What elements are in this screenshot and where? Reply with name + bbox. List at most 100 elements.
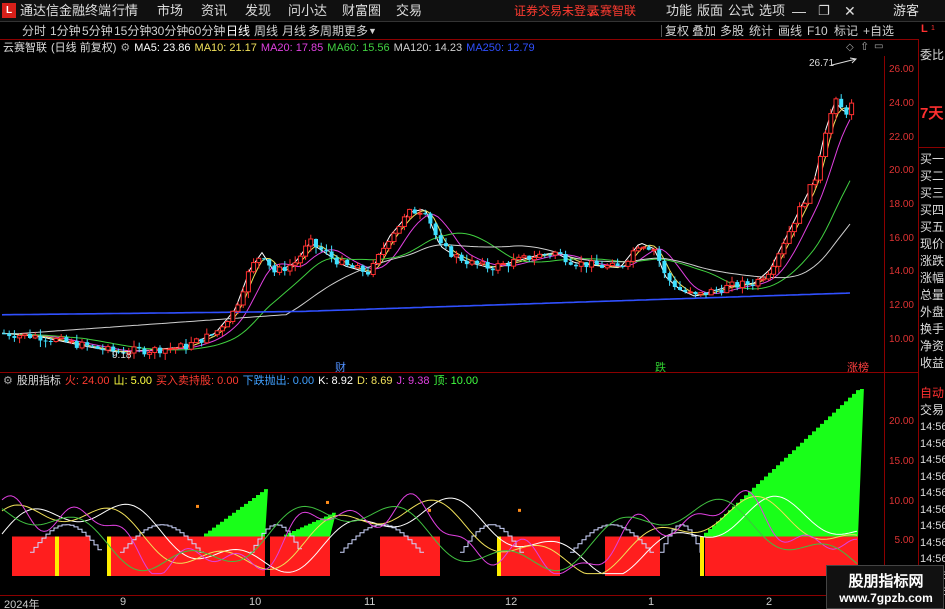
period-15min[interactable]: 15分钟 — [114, 22, 151, 40]
candle-body — [672, 280, 677, 287]
candle-body — [667, 273, 672, 281]
quote-field-label: 买四 — [920, 203, 945, 217]
candle-body — [184, 343, 188, 350]
settings-icon[interactable]: ⚙ — [120, 42, 130, 54]
date-label: 2024年 — [4, 599, 40, 609]
tool-duogu[interactable]: 多股 — [720, 22, 744, 40]
period-multi[interactable]: 多周期 — [308, 22, 344, 40]
candle-body — [563, 254, 568, 263]
menu-jiaoyi[interactable]: 交易 — [396, 0, 422, 22]
candle-body — [7, 333, 12, 337]
y-tick: 14.00 — [888, 266, 914, 277]
stock-name-notice: 云赛智联 — [588, 4, 637, 18]
date-label: 10 — [249, 596, 262, 608]
seven-day-label[interactable]: 7天 — [920, 102, 945, 123]
indicator-settings-icon[interactable]: ⚙ — [3, 375, 13, 387]
quote-field-label: 净资 — [920, 339, 945, 353]
period-fenshi[interactable]: 分时 — [22, 22, 46, 40]
candle-body — [329, 251, 334, 258]
candle-body — [698, 291, 704, 295]
menu-banmian[interactable]: 版面 — [697, 0, 723, 22]
period-1min[interactable]: 1分钟 — [50, 22, 81, 40]
y-tick: 24.00 — [888, 98, 914, 109]
menu-caifuquan[interactable]: 财富圈 — [342, 0, 381, 22]
candle-body — [412, 209, 417, 214]
date-label: 12 — [505, 596, 518, 608]
ind-y-tick: 10.00 — [888, 496, 914, 507]
period-more[interactable]: 更多 — [344, 22, 368, 40]
chevron-down-icon[interactable]: ▼ — [368, 22, 377, 40]
tool-tongji[interactable]: 统计 — [749, 22, 773, 40]
candle-body — [678, 286, 682, 290]
tool-diejia[interactable]: 叠加 — [692, 22, 716, 40]
menu-faxian[interactable]: 发现 — [245, 0, 271, 22]
candle-body — [324, 249, 329, 252]
menu-gongneng[interactable]: 功能 — [666, 0, 692, 22]
tool-biaoji[interactable]: 标记 — [834, 22, 858, 40]
candle-body — [267, 259, 272, 266]
candle-body — [797, 206, 803, 224]
auto-mode[interactable]: 自动 — [920, 384, 945, 401]
period-weekly[interactable]: 周线 — [254, 22, 278, 40]
candle-body — [334, 257, 339, 265]
period-60min[interactable]: 60分钟 — [188, 22, 225, 40]
candle-body — [105, 346, 111, 351]
up-arrow-icon[interactable]: ⇧ — [860, 40, 869, 53]
trade-login-notice[interactable]: 证券交易未登录 — [514, 0, 598, 22]
restore-icon[interactable]: ❐ — [818, 0, 830, 22]
candle-body — [771, 265, 777, 275]
candle-body — [719, 290, 724, 293]
menu-shichang[interactable]: 市场 — [157, 0, 183, 22]
minimize-icon[interactable]: — — [792, 0, 806, 22]
candle-body — [391, 232, 397, 243]
trade-mode[interactable]: 交易 — [920, 401, 945, 418]
candle-body — [548, 254, 552, 256]
tool-f10[interactable]: F10 — [807, 22, 828, 40]
candle-body — [630, 250, 636, 262]
quote-field-label: 外盘 — [920, 305, 945, 319]
collapse-icon[interactable]: ▭ — [874, 41, 883, 52]
menu-gongshi[interactable]: 公式 — [728, 0, 754, 22]
tool-fuquan[interactable]: 复权 — [665, 22, 689, 40]
menu-xuanxiang[interactable]: 选项 — [759, 0, 785, 22]
candle-body — [282, 267, 287, 272]
candle-body — [245, 271, 251, 293]
period-daily[interactable]: 日线 — [226, 22, 250, 40]
menu-wenxiaoda[interactable]: 问小达 — [288, 0, 327, 22]
candle-body — [531, 256, 537, 261]
high-price-marker: 26.71 — [809, 58, 835, 69]
tool-add-watchlist[interactable]: +自选 — [863, 22, 894, 40]
ma5-value: MA5: 23.86 — [134, 42, 191, 54]
y-tick: 20.00 — [888, 165, 914, 176]
diamond-icon[interactable]: ◇ — [846, 42, 854, 53]
candle-body — [776, 253, 782, 267]
quote-field-label: 现价 — [920, 237, 945, 251]
app-title: 通达信金融终端 — [20, 3, 112, 18]
candle-body — [558, 252, 563, 255]
candle-body — [750, 284, 755, 286]
guest-login[interactable]: 游客 — [893, 0, 919, 22]
indicator-yellow-bar — [497, 536, 501, 576]
candle-body — [131, 346, 137, 354]
candle-body — [428, 213, 433, 224]
menu-hangqing[interactable]: 行情 — [112, 0, 138, 22]
toolbar-separator — [661, 25, 662, 37]
tool-huaxian[interactable]: 画线 — [778, 22, 802, 40]
indicator-chart[interactable] — [0, 389, 885, 596]
period-monthly[interactable]: 月线 — [282, 22, 306, 40]
period-5min[interactable]: 5分钟 — [82, 22, 113, 40]
menu-zixun[interactable]: 资讯 — [201, 0, 227, 22]
indicator-red-bar — [605, 536, 660, 576]
ind-y-tick: 15.00 — [888, 456, 914, 467]
candle-body — [401, 216, 407, 227]
candlestick-chart[interactable] — [0, 56, 885, 374]
indicator-yellow-bar — [700, 536, 704, 576]
candle-body — [2, 333, 6, 335]
quote-field-label: 买五 — [920, 220, 945, 234]
period-30min[interactable]: 30分钟 — [151, 22, 188, 40]
candle-body — [303, 245, 309, 257]
candle-body — [287, 264, 293, 272]
indicator-name[interactable]: 股朋指标 — [17, 375, 61, 387]
close-icon[interactable]: ✕ — [844, 0, 856, 22]
candle-body — [100, 348, 105, 351]
